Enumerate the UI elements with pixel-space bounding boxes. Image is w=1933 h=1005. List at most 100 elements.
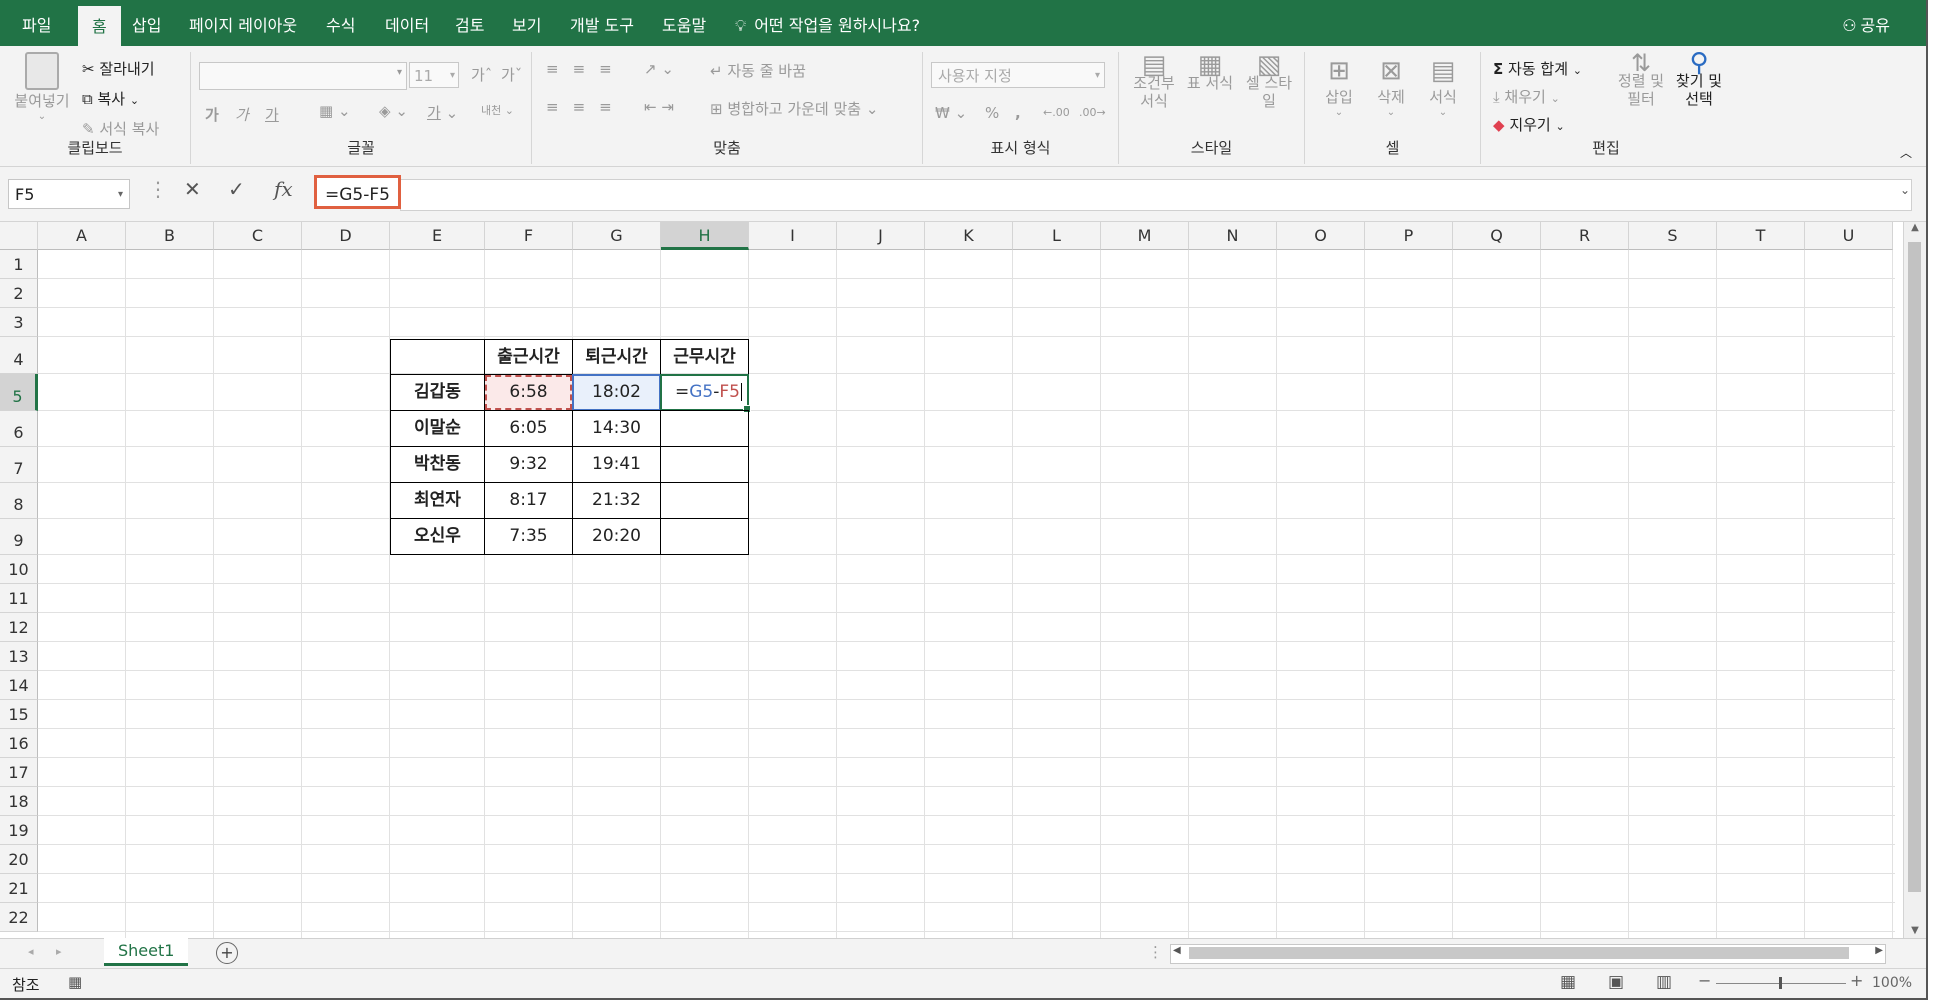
scroll-up-icon[interactable]: ▲ bbox=[1904, 222, 1926, 233]
share-button[interactable]: ⚇ 공유 bbox=[1842, 0, 1890, 52]
tab-splitter-icon[interactable]: ⋮ bbox=[1148, 943, 1163, 961]
row-header-22[interactable]: 22 bbox=[0, 903, 38, 932]
shrink-font-button[interactable]: 가ˇ bbox=[501, 64, 522, 85]
cancel-icon[interactable]: ✕ bbox=[184, 177, 201, 201]
column-header-r[interactable]: R bbox=[1541, 222, 1629, 250]
merge-center-button[interactable]: ⊞ 병합하고 가운데 맞춤 ⌄ bbox=[710, 98, 878, 119]
font-color-button[interactable]: 가 ⌄ bbox=[427, 102, 458, 123]
employee-name-cell[interactable]: 김갑동 bbox=[390, 374, 485, 411]
normal-view-icon[interactable]: ▦ bbox=[1560, 972, 1576, 992]
tab-insert[interactable]: 삽입 bbox=[132, 0, 161, 52]
tab-review[interactable]: 검토 bbox=[455, 0, 484, 52]
horizontal-scrollbar[interactable]: ◀ ▶ bbox=[1170, 944, 1886, 964]
sheet-tab-sheet1[interactable]: Sheet1 bbox=[104, 938, 189, 966]
enter-icon[interactable]: ✓ bbox=[228, 177, 245, 201]
copy-button[interactable]: ⧉ 복사 ⌄ bbox=[82, 88, 139, 109]
font-size-select[interactable]: 11 ▾ bbox=[409, 62, 459, 88]
row-header-5[interactable]: 5 bbox=[0, 374, 38, 411]
time-cell-out[interactable]: 14:30 bbox=[572, 410, 661, 447]
column-header-m[interactable]: M bbox=[1101, 222, 1189, 250]
row-header-2[interactable]: 2 bbox=[0, 279, 38, 308]
row-header-14[interactable]: 14 bbox=[0, 671, 38, 700]
time-cell-work[interactable] bbox=[660, 518, 749, 555]
paste-button[interactable]: 붙여넣기 ⌄ bbox=[12, 52, 72, 122]
row-header-17[interactable]: 17 bbox=[0, 758, 38, 787]
column-header-u[interactable]: U bbox=[1805, 222, 1893, 250]
add-sheet-icon[interactable]: + bbox=[216, 942, 238, 964]
time-cell-work[interactable] bbox=[660, 410, 749, 447]
row-header-10[interactable]: 10 bbox=[0, 555, 38, 584]
column-header-j[interactable]: J bbox=[837, 222, 925, 250]
row-header-6[interactable]: 6 bbox=[0, 411, 38, 447]
border-button[interactable]: ▦ ⌄ bbox=[319, 102, 351, 120]
select-all-corner[interactable] bbox=[0, 222, 38, 250]
header-work-hours[interactable]: 근무시간 bbox=[660, 339, 749, 375]
row-header-15[interactable]: 15 bbox=[0, 700, 38, 729]
row-header-16[interactable]: 16 bbox=[0, 729, 38, 758]
row-header-19[interactable]: 19 bbox=[0, 816, 38, 845]
expand-formula-icon[interactable]: ⌄ bbox=[1900, 183, 1910, 197]
format-cells-button[interactable]: ▤ 서식 ⌄ bbox=[1423, 56, 1463, 118]
tab-help[interactable]: 도움말 bbox=[662, 0, 706, 52]
row-header-8[interactable]: 8 bbox=[0, 483, 38, 519]
wrap-text-button[interactable]: ↵ 자동 줄 바꿈 bbox=[710, 60, 806, 81]
tab-developer[interactable]: 개발 도구 bbox=[570, 0, 634, 52]
grow-font-button[interactable]: 가ˆ bbox=[471, 64, 492, 85]
phonetic-button[interactable]: 내천 ⌄ bbox=[481, 102, 514, 118]
header-clock-out[interactable]: 퇴근시간 bbox=[572, 339, 661, 375]
row-header-7[interactable]: 7 bbox=[0, 447, 38, 483]
formula-input[interactable]: =G5-F5 bbox=[314, 175, 401, 209]
collapse-ribbon-icon[interactable]: ︿ bbox=[1900, 144, 1912, 161]
zoom-slider[interactable] bbox=[1716, 977, 1846, 989]
column-header-i[interactable]: I bbox=[749, 222, 837, 250]
header-clock-in[interactable]: 출근시간 bbox=[484, 339, 573, 375]
time-cell-out[interactable]: 18:02 bbox=[572, 374, 661, 411]
employee-name-cell[interactable]: 최연자 bbox=[390, 482, 485, 519]
worksheet-grid[interactable]: ABCDEFGHIJKLMNOPQRSTU 1 2 3 4 5 6 7 8 9 10 11 12 13 1… bbox=[0, 222, 1895, 938]
fill-button[interactable]: ⤓ 채우기 ⌄ bbox=[1493, 86, 1560, 107]
row-header-12[interactable]: 12 bbox=[0, 613, 38, 642]
comma-button[interactable]: , bbox=[1015, 104, 1021, 122]
zoom-slider-thumb[interactable] bbox=[1779, 977, 1782, 989]
bold-button[interactable]: 가 bbox=[205, 104, 219, 125]
column-header-e[interactable]: E bbox=[390, 222, 485, 250]
vertical-scrollbar[interactable]: ▲ ▼ bbox=[1903, 222, 1926, 938]
column-header-k[interactable]: K bbox=[925, 222, 1013, 250]
column-header-d[interactable]: D bbox=[302, 222, 390, 250]
table-corner-cell[interactable] bbox=[390, 339, 485, 375]
horizontal-align-buttons[interactable]: ≡≡≡ bbox=[546, 98, 626, 116]
sort-filter-button[interactable]: ⇅ 정렬 및 필터 bbox=[1615, 51, 1667, 108]
row-header-20[interactable]: 20 bbox=[0, 845, 38, 874]
time-cell-work[interactable] bbox=[660, 446, 749, 483]
cut-button[interactable]: ✂ 잘라내기 bbox=[82, 58, 155, 79]
page-break-view-icon[interactable]: ▥ bbox=[1656, 972, 1672, 992]
number-format-select[interactable]: 사용자 지정 ▾ bbox=[931, 62, 1105, 88]
delete-cells-button[interactable]: ⊠ 삭제 ⌄ bbox=[1371, 56, 1411, 118]
time-cell-out[interactable]: 19:41 bbox=[572, 446, 661, 483]
tab-data[interactable]: 데이터 bbox=[385, 0, 429, 52]
orientation-button[interactable]: ↗ ⌄ bbox=[644, 60, 674, 78]
column-header-p[interactable]: P bbox=[1365, 222, 1453, 250]
row-header-13[interactable]: 13 bbox=[0, 642, 38, 671]
font-name-select[interactable]: ▾ bbox=[199, 62, 407, 90]
column-header-s[interactable]: S bbox=[1629, 222, 1717, 250]
time-cell-work[interactable] bbox=[660, 482, 749, 519]
time-cell-in[interactable]: 8:17 bbox=[484, 482, 573, 519]
time-cell-work[interactable]: =G5-F5 bbox=[660, 374, 751, 413]
time-cell-in[interactable]: 9:32 bbox=[484, 446, 573, 483]
currency-button[interactable]: ₩ ⌄ bbox=[935, 104, 967, 122]
employee-name-cell[interactable]: 오신우 bbox=[390, 518, 485, 555]
row-header-3[interactable]: 3 bbox=[0, 308, 38, 337]
formula-input-area[interactable] bbox=[400, 179, 1912, 211]
row-header-18[interactable]: 18 bbox=[0, 787, 38, 816]
cell-styles-button[interactable]: ▧ 셀 스타일 bbox=[1241, 52, 1297, 110]
scroll-down-icon[interactable]: ▼ bbox=[1904, 925, 1926, 936]
fill-color-button[interactable]: ◈ ⌄ bbox=[379, 102, 408, 120]
row-header-4[interactable]: 4 bbox=[0, 337, 38, 374]
tab-view[interactable]: 보기 bbox=[512, 0, 541, 52]
column-header-f[interactable]: F bbox=[485, 222, 573, 250]
indent-buttons[interactable]: ⇤ ⇥ bbox=[644, 98, 674, 116]
time-cell-out[interactable]: 20:20 bbox=[572, 518, 661, 555]
autosum-button[interactable]: Σ 자동 합계 ⌄ bbox=[1493, 58, 1582, 79]
prev-sheet-icon[interactable]: ◂ bbox=[28, 945, 34, 958]
